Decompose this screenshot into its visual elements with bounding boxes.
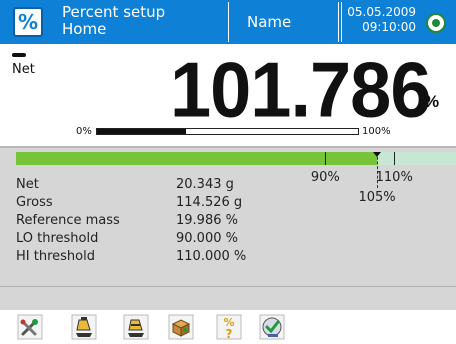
range-bar xyxy=(96,128,359,135)
info-row-label: Gross xyxy=(16,195,53,210)
net-indicator: Net xyxy=(12,62,35,77)
tools-button[interactable] xyxy=(16,313,44,341)
tare-button[interactable] xyxy=(70,313,98,341)
level-ok-icon[interactable] xyxy=(426,13,446,33)
package-button[interactable] xyxy=(167,313,195,341)
stability-icon xyxy=(12,53,26,57)
mode-title-text: Percent setup xyxy=(62,3,166,21)
info-row-value: 20.343 g xyxy=(176,177,234,192)
header-bar: % Percent setup Home Name 05.05.2009 09:… xyxy=(0,0,456,44)
percent-help-button[interactable]: % ? xyxy=(215,313,243,341)
function-toolbar: % ? xyxy=(0,310,456,344)
percent-help-icon: % ? xyxy=(216,314,242,340)
current-value-pointer-icon xyxy=(372,152,381,157)
info-row-label: HI threshold xyxy=(16,249,95,264)
tare-icon xyxy=(71,314,97,340)
lo-threshold-label: 90% xyxy=(310,170,340,185)
time-text: 09:10:00 xyxy=(362,20,416,34)
range-bar-fill xyxy=(97,129,186,134)
threshold-over-zone xyxy=(376,152,456,165)
percent-icon[interactable]: % xyxy=(13,7,43,37)
range-min-label: 0% xyxy=(76,126,92,137)
info-row-value: 110.000 % xyxy=(176,249,247,264)
mode-title[interactable]: Percent setup Home xyxy=(62,4,165,38)
header-separator xyxy=(341,2,342,42)
hi-threshold-marker xyxy=(394,152,396,165)
range-max-label: 100% xyxy=(362,126,391,137)
datetime[interactable]: 05.05.2009 09:10:00 xyxy=(344,5,416,35)
lo-threshold-marker xyxy=(325,152,327,165)
info-row-label: Net xyxy=(16,177,39,192)
current-value-label: 105% xyxy=(358,190,396,205)
check-button[interactable] xyxy=(258,313,286,341)
info-row-label: LO threshold xyxy=(16,231,99,246)
info-panel: 90% 110% 105% Net 20.343 g Gross 114.526… xyxy=(0,146,456,310)
info-divider xyxy=(0,286,456,287)
package-icon xyxy=(168,314,194,340)
tare-minus-icon xyxy=(123,314,149,340)
hi-threshold-label: 110% xyxy=(375,170,413,185)
weighing-display: Net 101.786 % 0% 100% xyxy=(0,44,456,146)
info-row-label: Reference mass xyxy=(16,213,120,228)
header-separator xyxy=(338,2,339,42)
mode-subtitle-text: Home xyxy=(62,20,107,38)
header-separator xyxy=(228,2,229,42)
user-name[interactable]: Name xyxy=(247,14,291,31)
info-row-value: 19.986 % xyxy=(176,213,238,228)
unit-label[interactable]: % xyxy=(424,92,439,112)
main-reading: 101.786 xyxy=(170,45,431,134)
tare-minus-button[interactable] xyxy=(122,313,150,341)
threshold-bar xyxy=(16,152,456,188)
svg-text:?: ? xyxy=(226,327,233,340)
threshold-ok-zone xyxy=(16,152,377,165)
check-icon xyxy=(259,314,285,340)
date-text: 05.05.2009 xyxy=(347,5,416,19)
info-row-value: 114.526 g xyxy=(176,195,243,210)
tools-icon xyxy=(17,314,43,340)
info-row-value: 90.000 % xyxy=(176,231,238,246)
